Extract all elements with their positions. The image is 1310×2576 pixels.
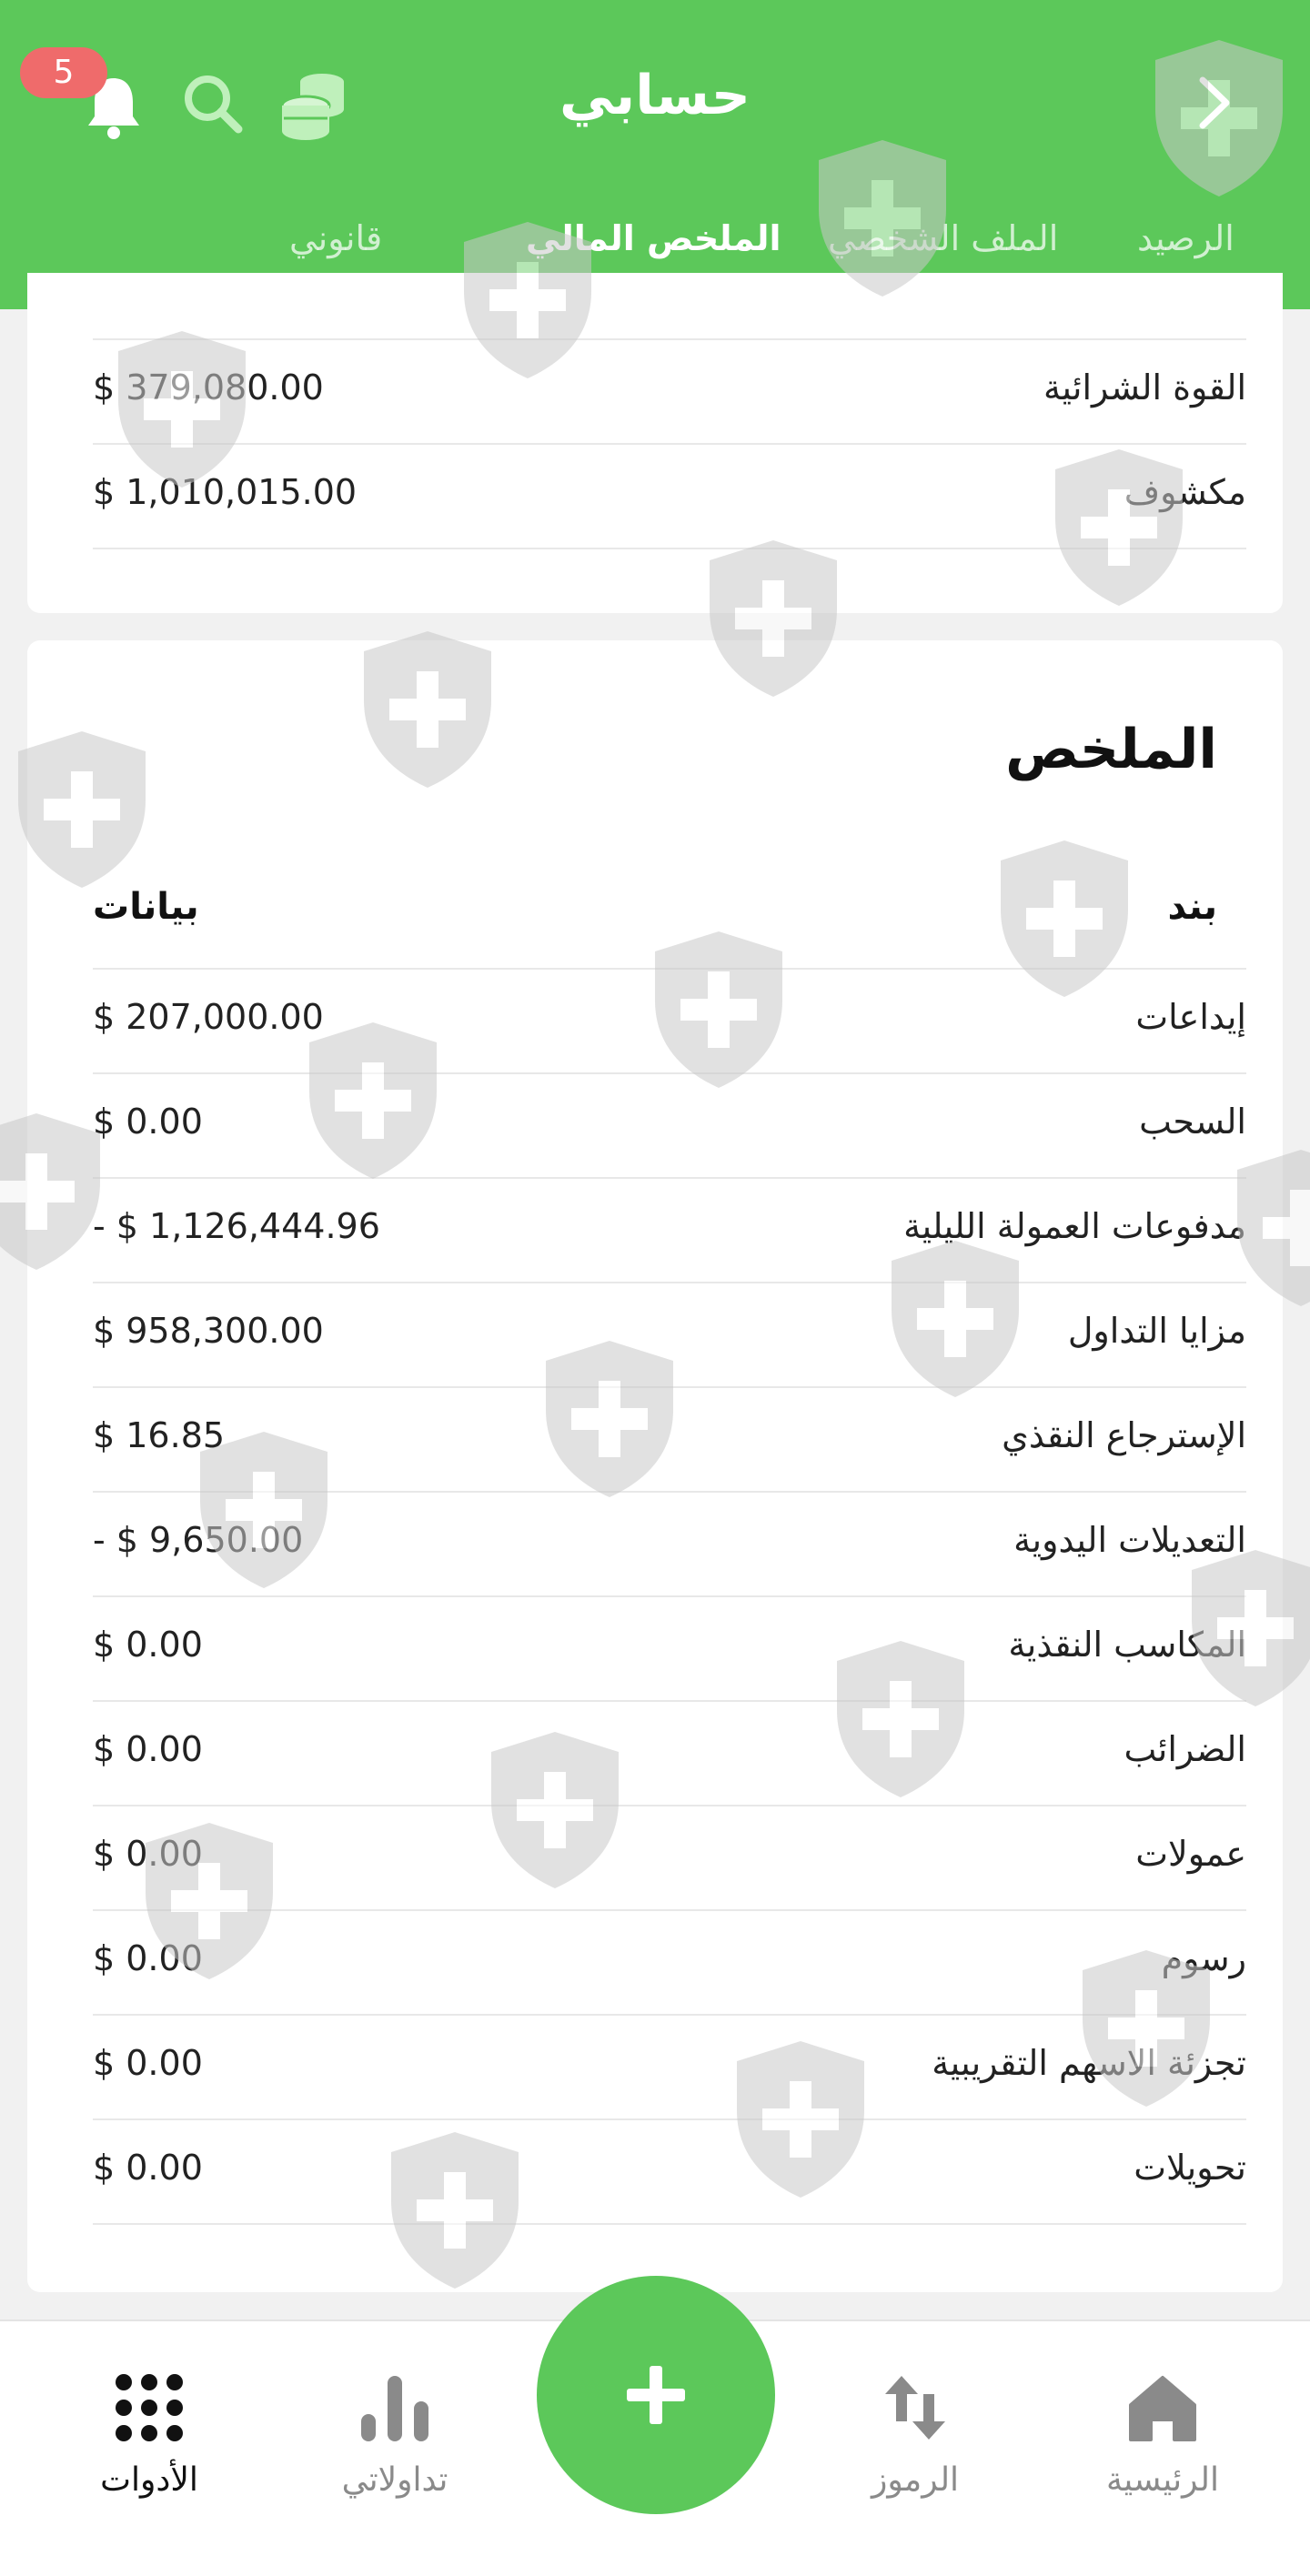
- nav-home[interactable]: الرئيسية: [1072, 2367, 1254, 2499]
- tab-profile[interactable]: الملف الشخصي: [828, 218, 1058, 258]
- table-row: التعديلات اليدوية - $ 9,650.00: [93, 1493, 1246, 1597]
- table-row: مدفوعات العمولة الليلية - $ 1,126,444.96: [93, 1179, 1246, 1283]
- row-value: $ 0.00: [93, 1102, 203, 1142]
- table-row: السحب $ 0.00: [93, 1074, 1246, 1179]
- row-value: - $ 9,650.00: [93, 1520, 304, 1560]
- table-row: إيداعات $ 207,000.00: [93, 970, 1246, 1074]
- add-fab-button[interactable]: [537, 2276, 775, 2514]
- table-row: عمولات $ 0.00: [93, 1806, 1246, 1911]
- nav-symbols[interactable]: الرموز: [824, 2367, 1006, 2499]
- row-label: الضرائب: [1124, 1729, 1246, 1769]
- row-label: مزايا التداول: [1067, 1311, 1246, 1351]
- home-icon: [1129, 2376, 1196, 2441]
- row-label: التعديلات اليدوية: [1013, 1520, 1246, 1560]
- account-balance-card: القوة الشرائية $ 379,080.00 مكشوف $ 1,01…: [27, 273, 1283, 613]
- row-label: القوة الشرائية: [1043, 367, 1246, 408]
- tab-balance[interactable]: الرصيد: [1137, 218, 1234, 258]
- row-value: $ 0.00: [93, 1834, 203, 1874]
- swap-arrows-icon: [885, 2376, 945, 2440]
- tab-legal[interactable]: قانوني: [289, 218, 382, 258]
- nav-label: الأدوات: [100, 2461, 198, 2499]
- table-row: تحويلات $ 0.00: [93, 2120, 1246, 2225]
- row-value: $ 0.00: [93, 2148, 203, 2188]
- summary-card: الملخص بند بيانات إيداعات $ 207,000.00 ال…: [27, 640, 1283, 2292]
- row-label: إيداعات: [1135, 997, 1246, 1037]
- bar-chart-icon: [361, 2376, 428, 2441]
- row-value: $ 0.00: [93, 1625, 203, 1665]
- nav-tools[interactable]: الأدوات: [58, 2367, 240, 2499]
- row-label: مكشوف: [1124, 472, 1246, 512]
- search-icon[interactable]: [180, 71, 246, 136]
- table-row: تجزئة الاسهم التقريبية $ 0.00: [93, 2016, 1246, 2120]
- row-value: $ 207,000.00: [93, 997, 324, 1037]
- nav-label: تداولاتي: [341, 2461, 448, 2499]
- row-value: $ 16.85: [93, 1415, 226, 1455]
- row-label: المكاسب النقذية: [1008, 1625, 1246, 1665]
- row-label: عمولات: [1135, 1834, 1246, 1874]
- section-title: الملخص: [1005, 718, 1217, 781]
- row-label: رسوم: [1161, 1938, 1246, 1978]
- nav-my-trades[interactable]: تداولاتي: [304, 2367, 486, 2499]
- table-row: الضرائب $ 0.00: [93, 1702, 1246, 1806]
- row-value: $ 0.00: [93, 1938, 203, 1978]
- row-label: تجزئة الاسهم التقريبية: [932, 2043, 1246, 2083]
- list-item: القوة الشرائية $ 379,080.00: [93, 340, 1246, 445]
- row-label: السحب: [1139, 1102, 1246, 1142]
- notification-badge: 5: [20, 47, 107, 98]
- row-value: - $ 1,126,444.96: [93, 1206, 380, 1246]
- nav-label: الرئيسية: [1106, 2461, 1219, 2499]
- row-value: $ 958,300.00: [93, 1311, 324, 1351]
- coins-icon[interactable]: [275, 69, 349, 142]
- table-row: مزايا التداول $ 958,300.00: [93, 1283, 1246, 1388]
- column-header-data: بيانات: [93, 886, 199, 928]
- nav-label: الرموز: [871, 2461, 960, 2499]
- row-label: الإسترجاع النقذي: [1002, 1415, 1246, 1455]
- row-value: $ 1,010,015.00: [93, 472, 358, 512]
- app-header: حسابي 5 الرصيد الملف الشخصي الملخص المال…: [0, 0, 1310, 309]
- row-value: $ 0.00: [93, 1729, 203, 1769]
- table-row: الإسترجاع النقذي $ 16.85: [93, 1388, 1246, 1493]
- row-value: $ 379,080.00: [93, 367, 324, 408]
- tab-financial-summary[interactable]: الملخص المالي: [526, 218, 781, 258]
- row-label: تحويلات: [1134, 2148, 1246, 2188]
- plus-icon: [627, 2366, 685, 2424]
- table-row: رسوم $ 0.00: [93, 1911, 1246, 2016]
- grid-dots-icon: [116, 2374, 183, 2441]
- row-value: $ 0.00: [93, 2043, 203, 2083]
- table-row: المكاسب النقذية $ 0.00: [93, 1597, 1246, 1702]
- row-label: مدفوعات العمولة الليلية: [903, 1206, 1246, 1246]
- column-header-item: بند: [1167, 886, 1217, 928]
- list-item: مكشوف $ 1,010,015.00: [93, 445, 1246, 549]
